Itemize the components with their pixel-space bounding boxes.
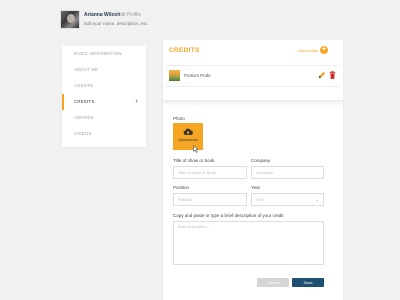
credit-list-item[interactable]: Portia's Pride — [165, 65, 341, 87]
position-input[interactable]: Position — [173, 193, 247, 206]
sidebar-item-awards[interactable]: AWARDS — [62, 110, 146, 126]
photo-label: Photo — [173, 116, 185, 121]
credit-title: Portia's Pride — [184, 73, 211, 78]
chevron-right-icon: › — [135, 98, 138, 105]
pencil-icon[interactable] — [318, 71, 326, 79]
section-divider — [163, 100, 343, 106]
sidebar-item-agents[interactable]: AGENTS — [62, 78, 146, 94]
position-label: Position — [173, 185, 190, 190]
cloud-upload-icon — [183, 128, 193, 135]
profile-header: Arianna Wilson / Edit Profile Edit your … — [60, 10, 180, 30]
panel-title: CREDITS — [169, 47, 200, 54]
description-label: Copy and paste or type a brief descripti… — [173, 213, 284, 218]
user-name: Arianna Wilson — [84, 12, 121, 18]
description-textarea[interactable]: Brief description... — [173, 221, 324, 265]
upload-photo-label: Upload photo — [178, 138, 198, 142]
trash-icon[interactable] — [329, 71, 336, 79]
chevron-down-icon: ⌄ — [315, 197, 319, 202]
company-label: Company — [251, 158, 271, 163]
breadcrumb-separator: / — [113, 12, 115, 18]
cursor-icon — [193, 145, 199, 153]
company-input[interactable]: Company — [251, 166, 324, 179]
title-label: Title of show or book — [173, 158, 215, 163]
avatar — [60, 10, 80, 29]
page-subtitle: Edit your name, description, etc. — [84, 21, 149, 26]
add-circle-icon[interactable]: + — [320, 46, 328, 54]
year-label: Year — [251, 185, 261, 190]
credit-thumbnail — [169, 70, 180, 81]
sidebar-nav: BASIC INFORMATION ABOUT ME AGENTS CREDIT… — [62, 46, 146, 147]
year-select-value: Year — [256, 197, 265, 202]
breadcrumb-edit-profile[interactable]: Edit Profile — [117, 12, 141, 18]
sidebar-item-label: CREDITS — [74, 99, 95, 104]
sidebar-item-about-me[interactable]: ABOUT ME — [62, 62, 146, 78]
save-button[interactable]: Save — [292, 278, 324, 287]
year-select[interactable]: Year ⌄ — [251, 193, 324, 206]
sidebar-item-credits[interactable]: CREDITS › — [62, 94, 146, 110]
cancel-button[interactable]: Cancel — [257, 278, 289, 287]
title-input[interactable]: Title of Show or Book — [173, 166, 247, 179]
sidebar-item-videos[interactable]: VIDEOS — [62, 126, 146, 142]
sidebar-item-basic-information[interactable]: BASIC INFORMATION — [62, 46, 146, 62]
add-credits-link[interactable]: Add credits — [298, 48, 318, 53]
